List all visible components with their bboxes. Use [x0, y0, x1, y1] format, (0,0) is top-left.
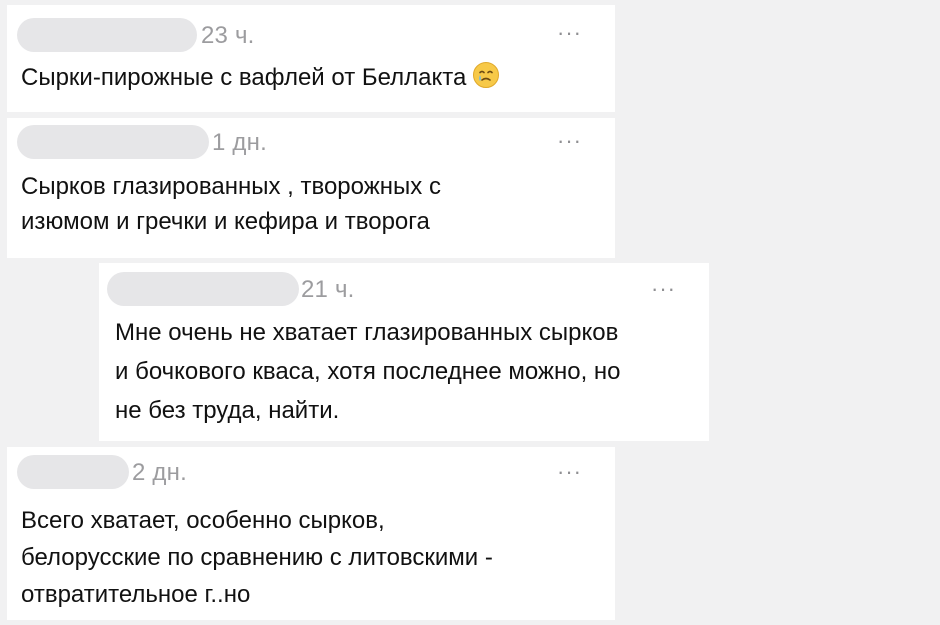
author-name-redacted[interactable] [17, 125, 209, 159]
comment-text: Всего хватает, особенно сырков, белорусс… [21, 507, 493, 608]
more-options-button[interactable]: ··· [557, 22, 582, 44]
author-name-redacted[interactable] [17, 455, 129, 489]
author-name-redacted[interactable] [17, 18, 197, 52]
comment-time: 23 ч. [201, 22, 255, 49]
more-options-button[interactable]: ··· [557, 130, 582, 152]
comment-time: 21 ч. [301, 276, 355, 303]
face-holding-back-tears-icon [473, 62, 500, 88]
comment-text: Сырков глазированных , творожных с изюмо… [21, 173, 441, 235]
comment-text: Мне очень не хватает глазированных сырко… [115, 319, 621, 424]
comment-card: 1 дн. ··· Сырков глазированных , творожн… [7, 118, 615, 258]
author-name-redacted[interactable] [107, 272, 299, 306]
more-options-button[interactable]: ··· [557, 461, 582, 483]
comment-card: 2 дн. ··· Всего хватает, особенно сырков… [7, 447, 615, 620]
comment-text-body: Сырки-пирожные с вафлей от Беллакта [21, 64, 467, 91]
reply-card: 21 ч. ··· Мне очень не хватает глазирова… [99, 263, 709, 441]
comment-time: 2 дн. [132, 459, 187, 486]
comment-card: 23 ч. ··· Сырки-пирожные с вафлей от Бел… [7, 5, 615, 112]
more-options-button[interactable]: ··· [651, 278, 676, 300]
comment-time: 1 дн. [212, 129, 267, 156]
comment-text: Сырки-пирожные с вафлей от Беллакта [21, 60, 500, 95]
comments-feed: 23 ч. ··· Сырки-пирожные с вафлей от Бел… [0, 0, 940, 625]
